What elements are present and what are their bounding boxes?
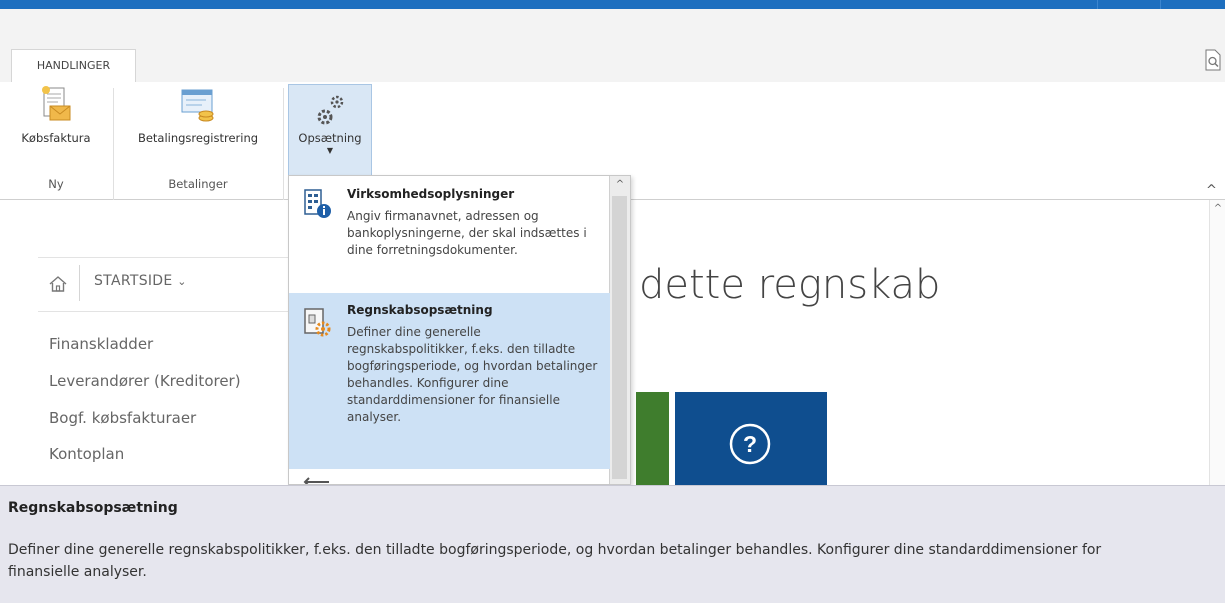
tooltip-title: Regnskabsopsætning bbox=[8, 500, 178, 516]
page-scrollbar[interactable]: ^ bbox=[1209, 200, 1225, 485]
help-icon: ? bbox=[729, 423, 771, 465]
chevron-down-icon: ▼ bbox=[326, 146, 334, 155]
ribbon-separator bbox=[283, 88, 284, 200]
svg-text:?: ? bbox=[743, 431, 757, 457]
chevron-up-icon[interactable]: ^ bbox=[1210, 203, 1225, 214]
group-betalinger-label: Betalinger bbox=[168, 177, 228, 191]
menu-item-description: Definer dine generelle regnskabspolitikk… bbox=[347, 325, 598, 424]
chevron-up-icon[interactable]: ^ bbox=[610, 176, 630, 194]
company-info-icon bbox=[304, 189, 331, 218]
nav-item-kontoplan[interactable]: Kontoplan bbox=[49, 445, 124, 463]
home-icon[interactable] bbox=[48, 275, 68, 293]
betalingsregistrering-label: Betalingsregistrering bbox=[137, 131, 259, 145]
page-title: dette regnskab bbox=[639, 262, 941, 308]
startside-menu[interactable]: STARTSIDE ⌄ bbox=[94, 273, 187, 289]
payment-registration-icon bbox=[181, 89, 214, 122]
breadcrumb-separator bbox=[79, 265, 80, 301]
chevron-up-icon[interactable]: ^ bbox=[1206, 183, 1217, 198]
menu-item-partial[interactable] bbox=[289, 470, 610, 484]
chevron-down-icon: ⌄ bbox=[177, 275, 187, 288]
scroll-thumb[interactable] bbox=[612, 196, 627, 479]
tooltip-description: Definer dine generelle regnskabspolitikk… bbox=[8, 542, 1102, 580]
tile-green[interactable] bbox=[636, 392, 669, 485]
menu-item-virksomhedsoplysninger[interactable]: Virksomhedsoplysninger Angiv firmanavnet… bbox=[289, 176, 610, 292]
opsaetning-dropdown: ^ Virksomhedsoplysninger Angiv firmanavn… bbox=[288, 175, 631, 485]
ribbon-separator bbox=[113, 88, 114, 200]
nav-item-bogf-kobsfakturaer[interactable]: Bogf. købsfakturaer bbox=[49, 409, 196, 427]
kobsfaktura-label: Købsfaktura bbox=[21, 131, 91, 145]
menu-item-icon bbox=[303, 477, 329, 484]
search-document-icon[interactable] bbox=[1204, 49, 1222, 71]
tab-handlinger[interactable]: HANDLINGER bbox=[11, 49, 136, 82]
menu-item-regnskabsopsaetning[interactable]: Regnskabsopsætning Definer dine generell… bbox=[289, 293, 610, 469]
dropdown-scrollbar[interactable]: ^ bbox=[609, 176, 630, 484]
menu-item-title: Virksomhedsoplysninger bbox=[347, 187, 515, 201]
group-ny-label: Ny bbox=[48, 177, 64, 191]
opsaetning-button[interactable]: Opsætning ▼ bbox=[288, 84, 372, 176]
opsaetning-label: Opsætning bbox=[298, 131, 362, 145]
tab-strip bbox=[0, 9, 1225, 82]
kobsfaktura-button[interactable]: Købsfaktura bbox=[2, 84, 110, 145]
title-bar bbox=[0, 0, 1225, 9]
menu-item-description: Angiv firmanavnet, adressen og bankoplys… bbox=[347, 209, 587, 257]
betalingsregistrering-button[interactable]: Betalingsregistrering bbox=[116, 84, 280, 145]
nav-item-finanskladder[interactable]: Finanskladder bbox=[49, 335, 153, 353]
invoice-icon bbox=[42, 86, 71, 121]
menu-item-title: Regnskabsopsætning bbox=[347, 303, 493, 317]
accounting-setup-icon bbox=[304, 308, 331, 337]
startside-label: STARTSIDE bbox=[94, 273, 173, 289]
gears-icon bbox=[317, 95, 344, 125]
nav-item-leverandorer[interactable]: Leverandører (Kreditorer) bbox=[49, 372, 241, 390]
